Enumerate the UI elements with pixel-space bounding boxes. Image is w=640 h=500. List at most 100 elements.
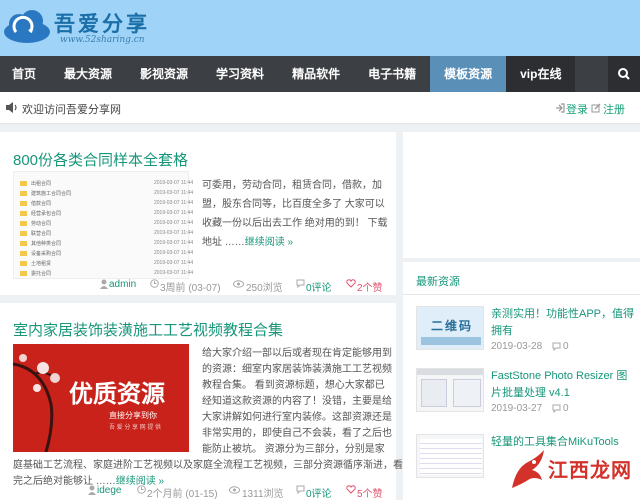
file-row: 土地租赁 2019-03-07 11:44 — [20, 260, 193, 269]
file-row: 劳动合同 2019-03-07 11:44 — [20, 220, 193, 229]
file-date: 2019-03-07 11:44 — [154, 210, 194, 216]
post-author[interactable]: idege — [97, 485, 121, 496]
post-thumbnail[interactable]: 出租合同 2019-03-07 11:44 建筑施工合同合同 2019-03-07 … — [13, 171, 193, 279]
resource-item[interactable]: 二维码 亲测实用！功能性APP，值得拥有 2019-03-28 0 — [416, 306, 640, 366]
speaker-icon — [6, 102, 17, 113]
heart-icon — [346, 279, 356, 288]
post-title[interactable]: 800份各类合同样本全套格 — [13, 149, 188, 170]
main-nav: 首页 最大资源 影视资源 学习资料 精品软件 电子书籍 模板资源 vip在线 — [0, 56, 640, 92]
nav-templates[interactable]: 模板资源 — [430, 56, 507, 92]
read-more-link[interactable]: 继续阅读 » — [245, 237, 293, 248]
excerpt-line: 教程合集。 看到资源标题，想心大家都已 — [202, 380, 385, 391]
post-likes[interactable]: 2个赞 — [357, 279, 383, 294]
file-name: 土地租赁 — [31, 261, 52, 267]
post-time: 3周前 (03-07) — [160, 283, 221, 294]
comment-icon — [296, 485, 305, 494]
post-views: 250浏览 — [246, 283, 283, 294]
file-row: 经营承包合同 2019-03-07 11:44 — [20, 210, 193, 219]
folder-icon — [20, 241, 27, 247]
file-row: 借款合同 2019-03-07 11:44 — [20, 200, 193, 209]
eye-icon — [229, 486, 240, 494]
login-link[interactable]: 登录 — [566, 101, 588, 117]
dragon-logo-icon — [512, 450, 544, 488]
resource-thumbnail[interactable] — [416, 434, 484, 478]
file-name: 联营合同 — [31, 231, 52, 237]
table-lines — [420, 439, 482, 475]
post-card: 800份各类合同样本全套格 出租合同 2019-03-07 11:44 建筑施工合… — [0, 132, 396, 295]
folder-icon — [20, 231, 27, 237]
file-name: 设备采购合同 — [31, 251, 62, 257]
file-name: 劳动合同 — [31, 221, 52, 227]
folder-icon — [20, 211, 27, 217]
resource-title[interactable]: FastStone Photo Resizer 图片批量处理 v4.1 — [491, 368, 637, 402]
post-views: 1311浏览 — [242, 489, 284, 500]
post-likes[interactable]: 5个赞 — [357, 485, 383, 500]
window-titlebar — [417, 369, 483, 375]
login-icon — [556, 103, 565, 113]
notice-bar: 欢迎访问吾爱分享网 登录 注册 — [0, 92, 640, 124]
post-comments[interactable]: 0评论 — [306, 485, 332, 500]
folder-icon — [20, 271, 27, 277]
post-thumbnail[interactable]: 优质资源 直接分享到你 吾 爱 分 享 网 提 供 — [13, 344, 189, 452]
folder-icon — [20, 251, 27, 257]
resource-thumbnail[interactable] — [416, 368, 484, 412]
file-row: 设备采购合同 2019-03-07 11:44 — [20, 250, 193, 259]
file-date: 2019-03-07 11:44 — [154, 270, 194, 276]
post-comments[interactable]: 0评论 — [306, 279, 332, 294]
site-logo[interactable]: 吾爱分享 www.52sharing.cn — [2, 4, 152, 50]
resource-title[interactable]: 亲测实用！功能性APP，值得拥有 — [491, 306, 637, 340]
excerpt-line: 大家讲解如何进行室内装修。这部资源还是 — [202, 412, 392, 423]
resource-date: 2019-03-28 — [491, 341, 543, 352]
logo-title: 吾爱分享 — [54, 11, 150, 36]
file-date: 2019-03-07 11:44 — [154, 230, 194, 236]
file-date: 2019-03-07 11:44 — [154, 250, 194, 256]
nav-vip-online[interactable]: vip在线 — [506, 56, 576, 92]
excerpt-line: 给大家介绍一部以后或者现在肯定能够用到 — [202, 348, 392, 359]
register-link[interactable]: 注册 — [603, 101, 625, 117]
resource-comment-count: 0 — [563, 341, 569, 352]
heart-icon — [346, 485, 356, 494]
folder-icon — [20, 191, 27, 197]
excerpt-line: 经知道这款资源的内容了！没错，主要是给 — [202, 396, 392, 407]
nav-study-materials[interactable]: 学习资料 — [202, 56, 278, 92]
file-row: 出租合同 2019-03-07 11:44 — [20, 180, 193, 189]
file-row: 其他种类合同 2019-03-07 11:44 — [20, 240, 193, 249]
file-date: 2019-03-07 11:44 — [154, 240, 194, 246]
post-author[interactable]: admin — [109, 279, 136, 290]
user-icon — [88, 485, 96, 495]
clock-icon — [137, 485, 146, 494]
sidebar-ad-box — [403, 132, 640, 258]
qr-code-icon — [421, 337, 481, 345]
comment-icon — [552, 342, 561, 351]
nav-home[interactable]: 首页 — [0, 56, 50, 92]
excerpt-text: 可委用，劳动合同，租赁合同，借款，加盟，股东合同等，比百度全多了 大家可以收藏一… — [202, 180, 388, 248]
post-title[interactable]: 室内家居装饰装潢施工工艺视频教程合集 — [13, 319, 283, 340]
cloud-logo-icon — [4, 10, 50, 43]
resource-thumbnail[interactable]: 二维码 — [416, 306, 484, 350]
post-time: 2个月前 (01-15) — [147, 489, 218, 500]
excerpt-line: 非常实用的，即使自己不会装，看了之后也 — [202, 428, 392, 439]
file-row: 联营合同 2019-03-07 11:44 — [20, 230, 193, 239]
user-icon — [100, 279, 108, 289]
eye-icon — [233, 280, 244, 288]
file-date: 2019-03-07 11:44 — [154, 180, 194, 186]
excerpt-line: 庭基础工艺流程、家庭进阶工艺视频以及家庭全流程工艺视频，三部分资源循序渐进，看 — [13, 460, 403, 471]
excerpt-line: 能防止被坑。 资源分为三部分，分别是家 — [202, 444, 385, 455]
file-date: 2019-03-07 11:44 — [154, 260, 194, 266]
excerpt-line: 的资源：细室内家居装饰装潢施工工艺视频 — [202, 364, 392, 375]
nav-video-resources[interactable]: 影视资源 — [126, 56, 202, 92]
window-panel — [453, 379, 481, 407]
logo-url: www.52sharing.cn — [60, 35, 145, 45]
window-panel — [421, 379, 447, 407]
nav-ebooks[interactable]: 电子书籍 — [354, 56, 430, 92]
nav-search-button[interactable] — [608, 56, 640, 92]
file-name: 建筑施工合同合同 — [31, 191, 72, 197]
nav-biggest-resources[interactable]: 最大资源 — [50, 56, 126, 92]
file-name: 其他种类合同 — [31, 241, 62, 247]
file-name: 经营承包合同 — [31, 211, 62, 217]
qr-label: 二维码 — [431, 319, 474, 333]
folder-icon — [20, 181, 27, 187]
resource-item[interactable]: FastStone Photo Resizer 图片批量处理 v4.1 2019… — [416, 368, 640, 428]
nav-software[interactable]: 精品软件 — [278, 56, 354, 92]
resource-date: 2019-03-27 — [491, 403, 543, 414]
